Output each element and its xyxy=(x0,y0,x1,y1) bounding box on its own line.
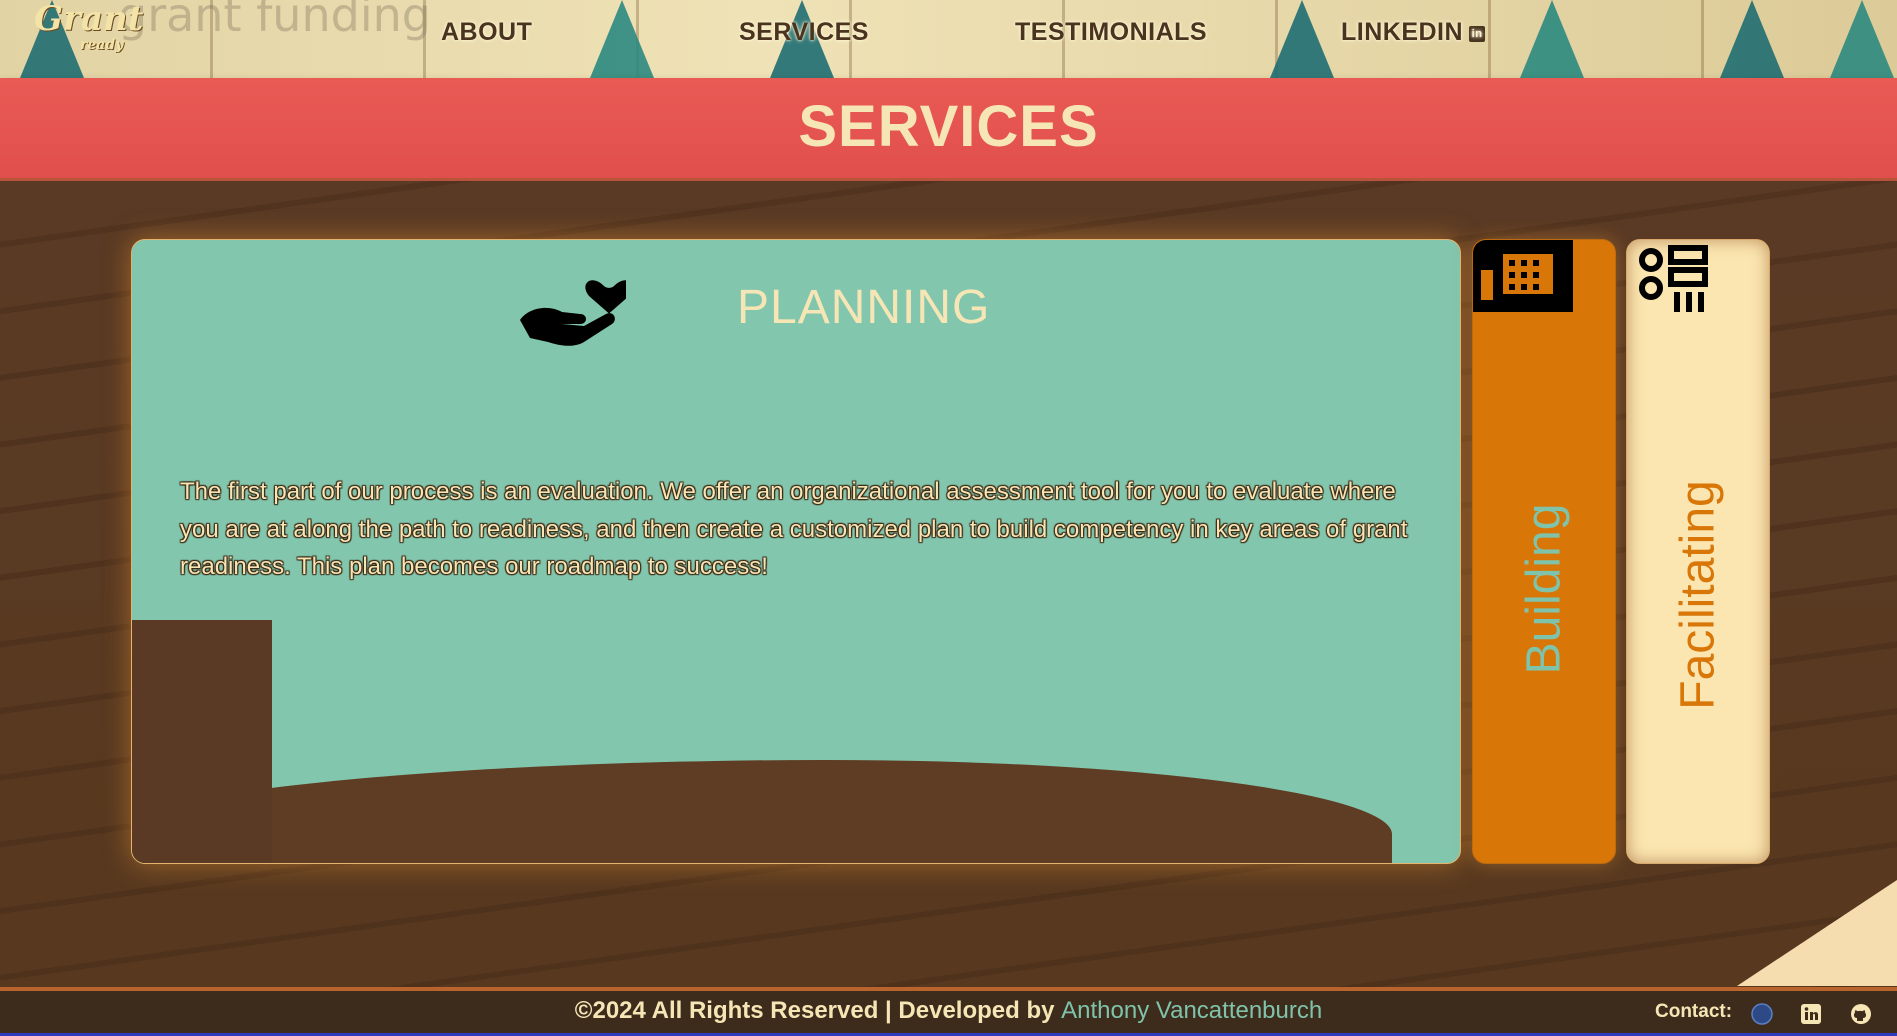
pine-tree-decoration xyxy=(590,0,654,78)
corner-decoration xyxy=(1737,880,1897,986)
tab-building[interactable]: Building xyxy=(1472,239,1616,864)
tab-facilitating-label: Facilitating xyxy=(1671,480,1725,710)
section-banner: SERVICES xyxy=(0,78,1897,181)
page-title: SERVICES xyxy=(798,94,1099,159)
hill-decoration xyxy=(132,760,1392,863)
nav-link-linkedin-label: LINKEDIN xyxy=(1341,18,1464,46)
pine-tree-decoration xyxy=(1720,0,1784,78)
tab-facilitating[interactable]: Facilitating xyxy=(1626,239,1770,864)
hand-heart-icon xyxy=(520,280,626,346)
copyright-label: ©2024 All Rights Reserved | Developed by xyxy=(574,997,1062,1024)
nav-link-testimonials[interactable]: TESTIMONIALS xyxy=(1015,18,1207,47)
contact-label: Contact: xyxy=(1655,1001,1733,1022)
logo-sub-text: ready xyxy=(80,37,124,53)
grant-ready-logo[interactable]: Grant ready xyxy=(34,2,143,60)
nav-link-services[interactable]: SERVICES xyxy=(739,18,869,47)
globe-icon[interactable] xyxy=(1751,1003,1773,1025)
building-tools-icon xyxy=(1473,240,1573,312)
top-navigation: grant funding Grant ready ABOUT SERVICES… xyxy=(0,0,1897,78)
github-icon[interactable] xyxy=(1850,1003,1872,1025)
logo-main-text: Grant xyxy=(34,0,144,39)
linkedin-icon: in xyxy=(1469,26,1486,42)
planning-card[interactable]: PLANNING The first part of our process i… xyxy=(131,239,1461,864)
nav-link-about[interactable]: ABOUT xyxy=(441,18,532,47)
copyright-text: ©2024 All Rights Reserved | Developed by… xyxy=(0,997,1897,1025)
pine-tree-decoration xyxy=(1830,0,1894,78)
site-footer: ©2024 All Rights Reserved | Developed by… xyxy=(0,987,1897,1036)
developer-link[interactable]: Anthony Vancattenburch xyxy=(1061,997,1322,1024)
card-description: The first part of our process is an eval… xyxy=(180,478,1408,580)
pine-tree-decoration xyxy=(1270,0,1334,78)
pine-tree-decoration xyxy=(1520,0,1584,78)
nav-link-linkedin[interactable]: LINKEDIN in xyxy=(1341,18,1486,47)
hill-decoration-left xyxy=(132,620,272,863)
ghost-heading-text: grant funding xyxy=(118,0,431,42)
linkedin-icon[interactable] xyxy=(1800,1003,1822,1025)
card-title: PLANNING xyxy=(737,281,991,334)
facilitating-icon xyxy=(1639,245,1708,312)
tab-building-label: Building xyxy=(1517,503,1571,675)
